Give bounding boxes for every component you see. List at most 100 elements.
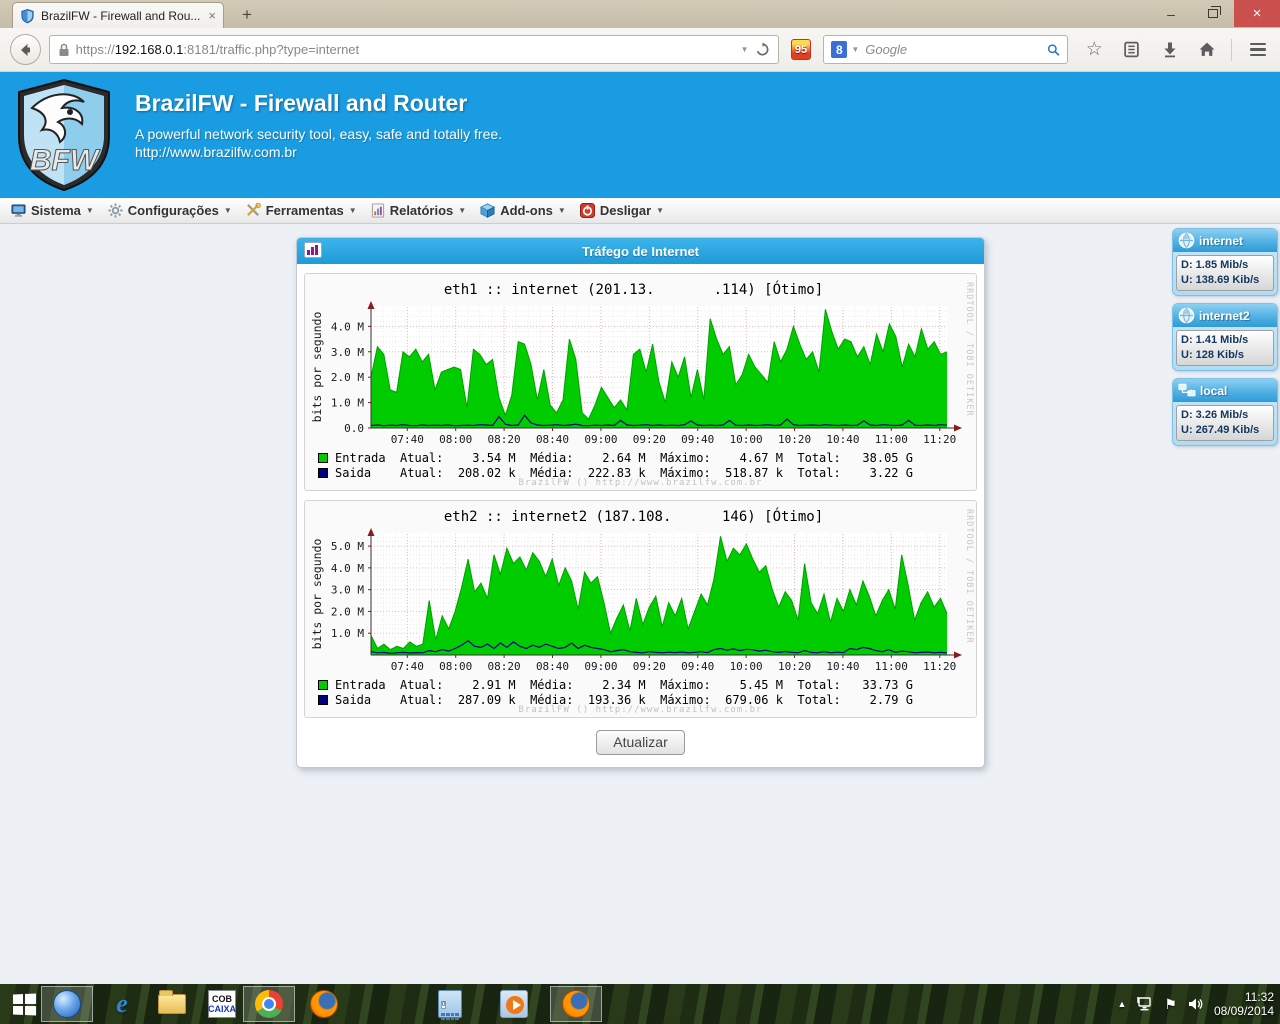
url-scheme: https://	[75, 42, 115, 57]
graph-watermark: BrazilFW () http://www.brazilfw.com.br	[518, 478, 763, 488]
widget-values: D: 1.41 Mib/s U: 128 Kib/s	[1176, 330, 1274, 366]
download-rate: D: 1.85 Mib/s	[1181, 259, 1249, 271]
menu-item-configuracoes[interactable]: Configurações ▼	[103, 203, 241, 218]
firefox-icon	[310, 990, 338, 1018]
chevron-down-icon: ▼	[557, 206, 566, 215]
svg-text:09:40: 09:40	[681, 660, 714, 673]
browser-tab[interactable]: BrazilFW - Firewall and Rou... ×	[12, 2, 224, 28]
widget-values: D: 3.26 Mib/s U: 267.49 Kib/s	[1176, 405, 1274, 441]
menu-item-relatorios[interactable]: Relatórios ▼	[366, 203, 476, 218]
calculator-icon: 0	[438, 990, 462, 1020]
volume-icon[interactable]	[1188, 997, 1203, 1011]
svg-text:1.0 M: 1.0 M	[331, 397, 364, 410]
chart-icon	[304, 242, 322, 258]
menu-item-addons[interactable]: Add-ons ▼	[475, 203, 575, 218]
site-title: BrazilFW - Firewall and Router	[135, 90, 468, 116]
url-domain: 192.168.0.1	[114, 42, 184, 57]
new-tab-button[interactable]: +	[232, 4, 262, 26]
menu-item-ferramentas[interactable]: Ferramentas ▼	[241, 203, 366, 218]
upload-rate: U: 267.49 Kib/s	[1181, 424, 1260, 436]
back-button[interactable]	[10, 34, 41, 65]
tools-icon	[246, 203, 261, 216]
widget-label: local	[1200, 383, 1228, 398]
widget-body: D: 1.85 Mib/s U: 138.69 Kib/s	[1173, 252, 1277, 295]
download-rate: D: 3.26 Mib/s	[1181, 409, 1249, 421]
refresh-button[interactable]: Atualizar	[596, 730, 685, 755]
legend-row: Entrada Atual: 2.91 M Média: 2.34 M Máxi…	[318, 678, 913, 692]
taskbar-file-explorer[interactable]	[154, 988, 190, 1020]
url-bar[interactable]: https://192.168.0.1:8181/traffic.php?typ…	[48, 35, 779, 64]
rrd-graph-eth2: 07:40 08:00 08:20 08:40 09:00 09:20 09:40 10:00…	[310, 528, 962, 673]
restore-button[interactable]	[1192, 0, 1234, 27]
svg-text:08:20: 08:20	[488, 433, 521, 446]
widget-label: internet	[1199, 233, 1244, 248]
close-button[interactable]: ×	[1234, 0, 1280, 27]
svg-text:4.0 M: 4.0 M	[331, 320, 364, 333]
search-input[interactable]	[863, 41, 1044, 58]
action-center-flag-icon[interactable]: ⚑	[1164, 996, 1177, 1013]
tray-expand-icon[interactable]: ▲	[1117, 999, 1126, 1009]
widget-header: internet2	[1173, 304, 1277, 327]
tab-close-icon[interactable]: ×	[208, 9, 216, 22]
bookmark-star-icon[interactable]: ☆	[1082, 38, 1106, 62]
graph-watermark: BrazilFW () http://www.brazilfw.com.br	[518, 705, 763, 715]
svg-text:10:20: 10:20	[778, 433, 811, 446]
url-dropdown-icon[interactable]: ▼	[741, 45, 749, 54]
power-icon	[579, 203, 595, 218]
browser-toolbar: https://192.168.0.1:8181/traffic.php?typ…	[0, 28, 1280, 72]
taskbar-internet-explorer[interactable]: e	[104, 988, 140, 1020]
panel-header: Tráfego de Internet	[297, 238, 984, 264]
google-logo-icon: 8	[831, 41, 848, 58]
blue-orb-app-icon	[53, 990, 81, 1018]
reload-icon[interactable]	[755, 42, 770, 57]
graph-title: eth1 :: internet (201.13. .114) [Ótimo]	[443, 282, 824, 298]
extension-badge[interactable]: 95	[790, 39, 812, 60]
widget-body: D: 3.26 Mib/s U: 267.49 Kib/s	[1173, 402, 1277, 445]
menu-bar: Sistema ▼ Configurações ▼ Ferramentas ▼ …	[0, 198, 1280, 224]
legend-color-chip	[318, 468, 328, 478]
network-status-icon[interactable]	[1137, 997, 1153, 1011]
widget-header: local	[1173, 379, 1277, 402]
rrd-graph-eth1: 07:40 08:00 08:20 08:40 09:00 09:20 09:40 10:00…	[310, 301, 962, 446]
network-icon	[1178, 383, 1196, 396]
chevron-down-icon: ▼	[458, 206, 467, 215]
legend-color-chip	[318, 453, 328, 463]
taskbar-media-player[interactable]	[496, 988, 532, 1020]
menu-item-desligar[interactable]: Desligar ▼	[575, 203, 673, 218]
menu-label: Configurações	[127, 203, 219, 218]
url-path: :8181/traffic.php?type=internet	[183, 42, 360, 57]
taskbar-calculator[interactable]: 0	[432, 988, 468, 1020]
widget-internet[interactable]: internet D: 1.85 Mib/s U: 138.69 Kib/s	[1172, 228, 1278, 296]
widget-body: D: 1.41 Mib/s U: 128 Kib/s	[1173, 327, 1277, 370]
widget-local[interactable]: local D: 3.26 Mib/s U: 267.49 Kib/s	[1172, 378, 1278, 446]
search-engine-caret-icon[interactable]: ▼	[851, 45, 859, 54]
minimize-button[interactable]: –	[1150, 0, 1192, 27]
search-box[interactable]: 8 ▼	[823, 35, 1069, 64]
chevron-down-icon: ▼	[656, 206, 665, 215]
svg-text:10:40: 10:40	[826, 433, 859, 446]
start-button[interactable]	[6, 988, 42, 1020]
menu-hamburger-icon[interactable]	[1246, 38, 1270, 62]
home-icon[interactable]	[1196, 38, 1220, 62]
widget-header: internet	[1173, 229, 1277, 252]
taskbar-app-active-1[interactable]	[41, 986, 93, 1022]
svg-text:3.0 M: 3.0 M	[331, 584, 364, 597]
taskbar-cob-caixa[interactable]: COB CAIXA	[204, 988, 240, 1020]
graph-legend: Entrada Atual: 3.54 M Média: 2.64 M Máxi…	[318, 451, 913, 481]
svg-text:bits por segundo: bits por segundo	[310, 539, 324, 650]
search-icon[interactable]	[1047, 43, 1060, 57]
taskbar-clock[interactable]: 11:32 08/09/2014	[1214, 990, 1274, 1018]
bookmarks-menu-icon[interactable]	[1120, 38, 1144, 62]
svg-text:11:20: 11:20	[923, 433, 956, 446]
widget-internet2[interactable]: internet2 D: 1.41 Mib/s U: 128 Kib/s	[1172, 303, 1278, 371]
logo-text: BFW	[30, 144, 101, 177]
menu-item-sistema[interactable]: Sistema ▼	[6, 203, 103, 218]
menu-label: Desligar	[599, 203, 652, 218]
chevron-down-icon: ▼	[348, 206, 357, 215]
downloads-icon[interactable]	[1158, 38, 1182, 62]
taskbar-chrome-active[interactable]	[243, 986, 295, 1022]
taskbar-firefox-active[interactable]	[550, 986, 602, 1022]
taskbar-firefox[interactable]	[306, 988, 342, 1020]
panel-title: Tráfego de Internet	[581, 243, 700, 259]
svg-text:11:20: 11:20	[923, 660, 956, 673]
